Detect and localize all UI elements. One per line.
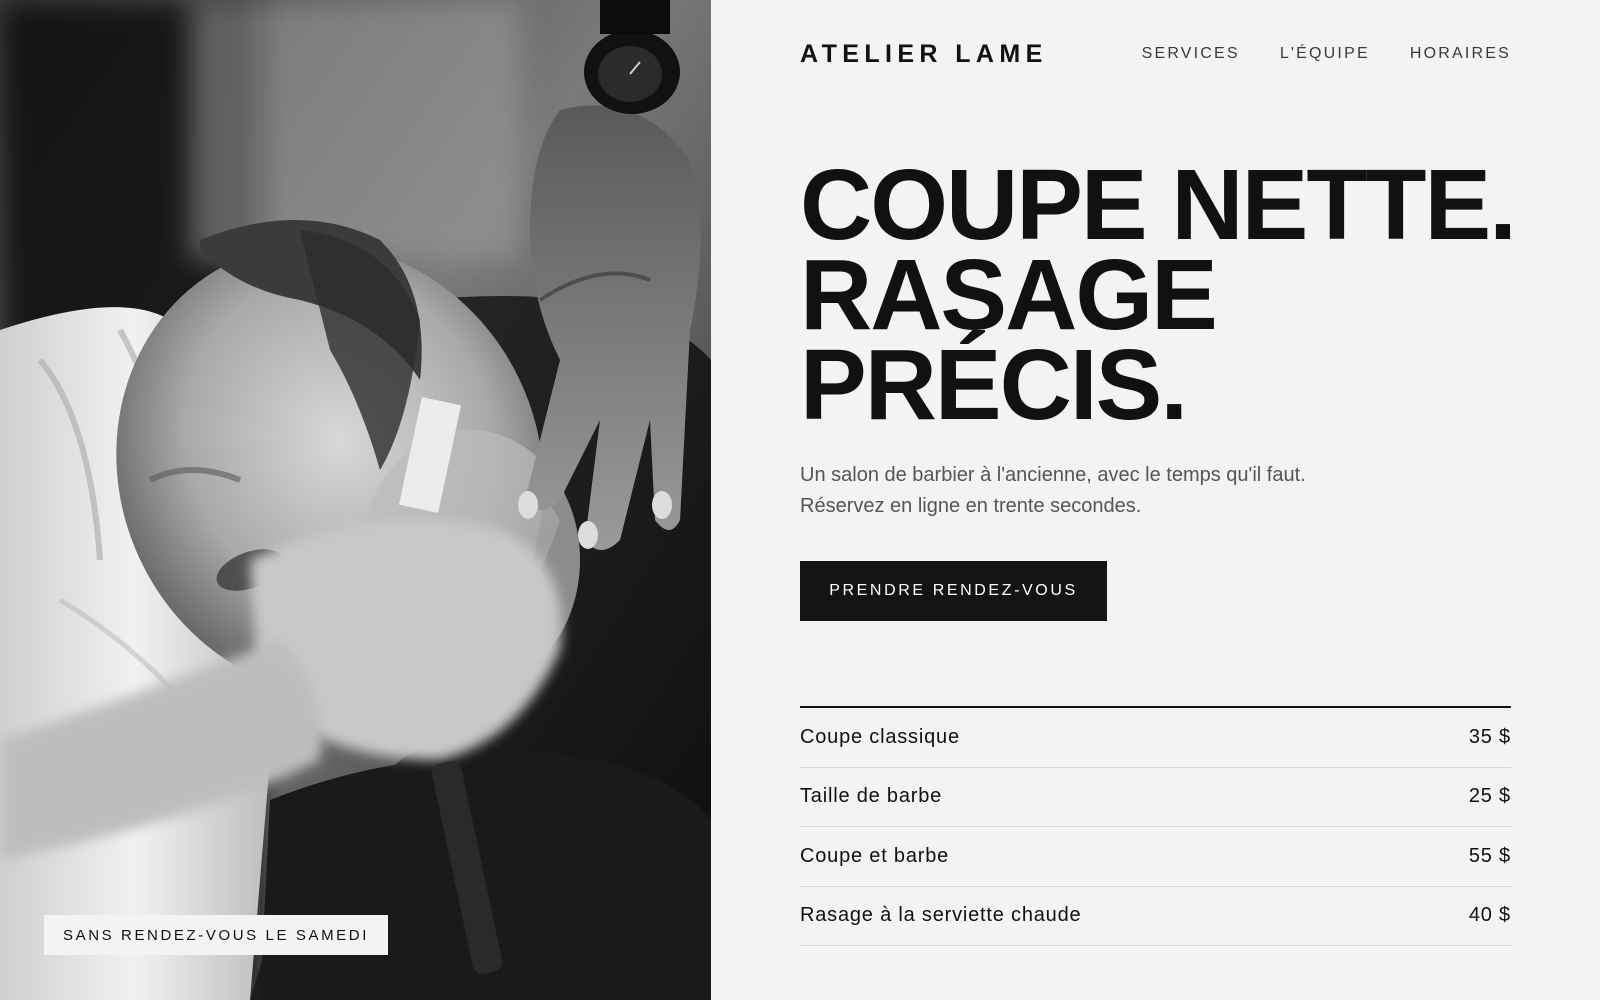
book-appointment-button[interactable]: PRENDRE RENDEZ-VOUS [800,561,1107,621]
nav-link-services[interactable]: SERVICES [1142,45,1240,63]
hero-title-line: COUPE NETTE. [800,149,1517,261]
hero-title-line: RASAGE [800,239,1218,351]
service-name: Taille de barbe [800,785,943,808]
service-price: 40 $ [1468,904,1511,927]
main-nav: SERVICES L'ÉQUIPE HORAIRES [1142,45,1511,63]
service-name: Coupe et barbe [800,844,950,867]
hero-title: COUPE NETTE. RASAGE PRÉCIS. [800,149,1517,441]
service-row: Coupe et barbe 55 $ [800,827,1511,887]
service-price: 35 $ [1468,725,1511,748]
service-name: Rasage à la serviette chaude [800,904,1082,927]
hero-subtitle-line: Réservez en ligne en trente secondes. [800,495,1142,517]
service-price: 25 $ [1468,785,1511,808]
service-price: 55 $ [1468,844,1511,867]
site-header: ATELIER LAME SERVICES L'ÉQUIPE HORAIRES [800,38,1511,70]
service-row: Coupe classique 35 $ [800,708,1511,768]
barber-shave-photo [0,0,711,1000]
hero-title-line: PRÉCIS. [800,329,1188,441]
nav-link-team[interactable]: L'ÉQUIPE [1280,45,1370,63]
service-name: Coupe classique [800,725,960,748]
main-content: ATELIER LAME SERVICES L'ÉQUIPE HORAIRES … [800,0,1517,1000]
brand-logo[interactable]: ATELIER LAME [800,40,1048,69]
service-row: Taille de barbe 25 $ [800,768,1511,827]
service-row: Rasage à la serviette chaude 40 $ [800,887,1511,946]
nav-link-hours[interactable]: HORAIRES [1410,45,1511,63]
walk-in-badge: SANS RENDEZ-VOUS LE SAMEDI [44,915,388,955]
services-price-list: Coupe classique 35 $ Taille de barbe 25 … [800,706,1511,946]
hero-subtitle-line: Un salon de barbier à l'ancienne, avec l… [800,464,1306,486]
hero-subtitle: Un salon de barbier à l'ancienne, avec l… [800,460,1400,522]
hero-photo: SANS RENDEZ-VOUS LE SAMEDI [0,0,711,1000]
